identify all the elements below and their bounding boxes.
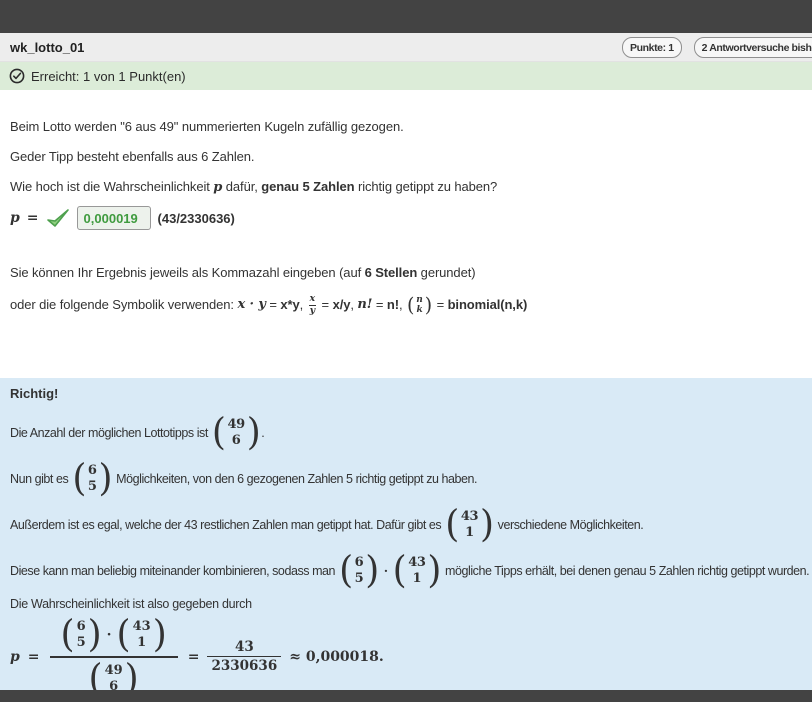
question-line-3: Wie hoch ist die Wahrscheinlichkeit p da… bbox=[10, 179, 802, 196]
points-badge: Punkte: 1 bbox=[622, 37, 682, 58]
paren-left: ( bbox=[407, 295, 414, 316]
binomial-coefficient-nk: (nk) bbox=[407, 295, 432, 315]
feedback-line-3: Außerdem ist es egal, welche der 43 rest… bbox=[10, 502, 802, 548]
symbol-label: x*y bbox=[280, 297, 299, 313]
paren-right: ) bbox=[99, 459, 113, 499]
text-segment: , bbox=[399, 297, 406, 313]
symbol-label: n! bbox=[387, 297, 399, 313]
paren-right: ) bbox=[125, 659, 139, 690]
approx-result: ≈ 0,000018. bbox=[289, 649, 384, 665]
text-segment: Außerdem ist es egal, welche der 43 rest… bbox=[10, 517, 444, 533]
paren-right: ) bbox=[365, 551, 379, 591]
paren-left: ( bbox=[117, 615, 131, 655]
multiplication-dot: · bbox=[107, 627, 112, 643]
answer-input[interactable] bbox=[77, 206, 151, 230]
badge-group: Punkte: 1 2 Antwortversuche bisher bbox=[622, 37, 812, 58]
text-segment: Sie können Ihr Ergebnis jeweils als Komm… bbox=[10, 265, 365, 280]
binomial-coefficient-43-1: (431) bbox=[393, 552, 441, 590]
text-segment: verschiedene Möglichkeiten. bbox=[495, 517, 644, 533]
feedback-panel: Richtig! Die Anzahl der möglichen Lottot… bbox=[0, 378, 812, 690]
paren-right: ) bbox=[247, 413, 261, 453]
text-segment: oder die folgende Symbolik verwenden: bbox=[10, 297, 237, 313]
paren-left: ( bbox=[72, 459, 86, 499]
question-line-2: Geder Tipp besteht ebenfalls aus 6 Zahle… bbox=[10, 149, 802, 165]
fraction-denominator: (496) bbox=[78, 658, 150, 691]
bottom-window-bar bbox=[0, 690, 812, 702]
text-segment: Die Anzahl der möglichen Lottotipps ist bbox=[10, 425, 211, 441]
hint-line-1: Sie können Ihr Ergebnis jeweils als Komm… bbox=[10, 265, 802, 281]
paren-right: ) bbox=[425, 295, 432, 316]
binomial-coefficient-6-5: (65) bbox=[72, 460, 112, 498]
status-bar: Erreicht: 1 von 1 Punkt(en) bbox=[0, 62, 812, 90]
math-var-p: p bbox=[10, 210, 20, 226]
equals-sign: = bbox=[266, 297, 281, 313]
equals-sign: = bbox=[188, 649, 200, 665]
symbol-label: binomial(n,k) bbox=[448, 297, 528, 313]
symbol-label: x/y bbox=[333, 297, 351, 313]
green-check-icon bbox=[46, 208, 70, 229]
bold-segment: genau 5 Zahlen bbox=[261, 179, 354, 194]
probability-formula: p = (65) · (431) (496) = 432330636 ≈ 0,0… bbox=[10, 616, 802, 690]
fraction-x-over-y: xy bbox=[309, 294, 316, 317]
feedback-line-1: Die Anzahl der möglichen Lottotipps ist … bbox=[10, 410, 802, 456]
text-segment: gerundet) bbox=[417, 265, 475, 280]
feedback-line-2: Nun gibt es (65) Möglichkeiten, von den … bbox=[10, 456, 802, 502]
answer-row: p = (43/2330636) bbox=[10, 206, 802, 230]
math-var-p: p bbox=[213, 180, 222, 195]
paren-right: ) bbox=[427, 551, 441, 591]
multiplication-dot: · bbox=[380, 563, 392, 579]
equals-sign: = bbox=[28, 649, 40, 665]
feedback-line-5: Die Wahrscheinlichkeit ist also gegeben … bbox=[10, 596, 802, 612]
paren-left: ( bbox=[445, 505, 459, 545]
math-var-p: p bbox=[10, 649, 20, 665]
numeric-fraction: 432330636 bbox=[207, 639, 281, 675]
answer-annotation: (43/2330636) bbox=[158, 211, 235, 226]
paren-left: ( bbox=[393, 551, 407, 591]
question-line-1: Beim Lotto werden "6 aus 49" nummerierte… bbox=[10, 119, 802, 135]
text-segment: . bbox=[261, 425, 264, 441]
attempts-badge: 2 Antwortversuche bisher bbox=[694, 37, 812, 58]
binomial-coefficient-43-1: (431) bbox=[445, 506, 493, 544]
text-segment: Diese kann man beliebig miteinander komb… bbox=[10, 563, 338, 579]
paren-right: ) bbox=[88, 615, 102, 655]
quiz-page: wk_lotto_01 Punkte: 1 2 Antwortversuche … bbox=[0, 0, 812, 702]
text-segment: Nun gibt es bbox=[10, 471, 71, 487]
paren-right: ) bbox=[480, 505, 494, 545]
big-fraction: (65) · (431) (496) bbox=[50, 616, 178, 690]
circle-check-icon bbox=[9, 68, 25, 84]
math-expression: n! bbox=[357, 297, 372, 313]
bold-segment: 6 Stellen bbox=[365, 265, 418, 280]
text-segment: dafür, bbox=[222, 179, 261, 194]
top-window-bar bbox=[0, 0, 812, 33]
paren-left: ( bbox=[61, 615, 75, 655]
feedback-line-4: Diese kann man beliebig miteinander komb… bbox=[10, 548, 802, 594]
text-segment: , bbox=[350, 297, 357, 313]
question-title: wk_lotto_01 bbox=[10, 40, 84, 55]
hint-line-2: oder die folgende Symbolik verwenden: x … bbox=[10, 294, 802, 317]
equals-sign: = bbox=[318, 297, 333, 313]
equals-sign: = bbox=[372, 297, 387, 313]
binomial-coefficient-6-5: (65) bbox=[339, 552, 379, 590]
paren-left: ( bbox=[339, 551, 353, 591]
text-segment: , bbox=[300, 297, 307, 313]
text-segment: richtig getippt zu haben? bbox=[354, 179, 497, 194]
question-body: Beim Lotto werden "6 aus 49" nummerierte… bbox=[0, 90, 812, 378]
binomial-coefficient-43-1: (431) bbox=[117, 616, 167, 654]
binomial-coefficient-6-5: (65) bbox=[61, 616, 102, 654]
paren-left: ( bbox=[89, 659, 103, 690]
status-text: Erreicht: 1 von 1 Punkt(en) bbox=[31, 69, 186, 84]
fraction-numerator: (65) · (431) bbox=[50, 616, 178, 656]
text-segment: Wie hoch ist die Wahrscheinlichkeit bbox=[10, 179, 213, 194]
text-segment: mögliche Tipps erhält, bei denen genau 5… bbox=[442, 563, 809, 579]
math-expression: x · y bbox=[237, 297, 265, 313]
paren-left: ( bbox=[212, 413, 226, 453]
binomial-coefficient-49-6: (496) bbox=[89, 660, 139, 691]
feedback-heading: Richtig! bbox=[10, 386, 802, 402]
text-segment: Möglichkeiten, von den 6 gezogenen Zahle… bbox=[113, 471, 477, 487]
binomial-coefficient-49-6: (496) bbox=[212, 414, 260, 452]
equals-sign: = bbox=[433, 297, 448, 313]
question-header: wk_lotto_01 Punkte: 1 2 Antwortversuche … bbox=[0, 33, 812, 62]
equals-sign: = bbox=[27, 210, 39, 226]
paren-right: ) bbox=[153, 615, 167, 655]
